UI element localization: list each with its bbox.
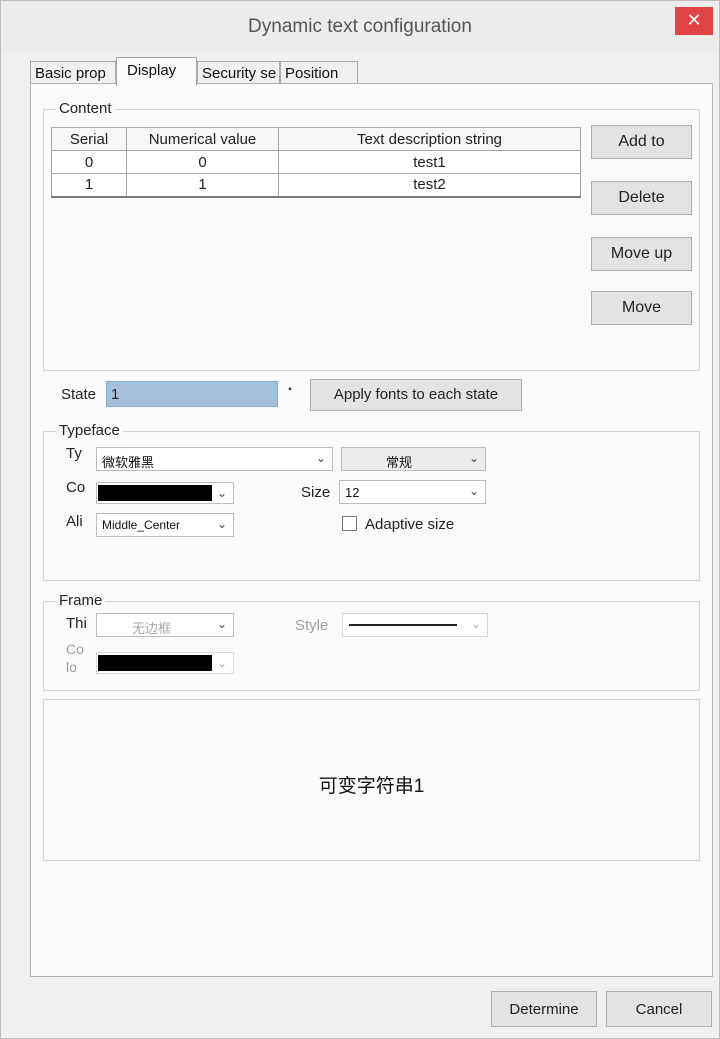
adaptive-size-label: Adaptive size	[365, 516, 455, 533]
column-header-serial[interactable]: Serial	[51, 127, 127, 151]
title-bar[interactable]: Dynamic text configuration ✕	[1, 1, 719, 53]
cell-serial[interactable]: 0	[51, 150, 127, 174]
add-to-label: Add to	[618, 133, 665, 150]
frame-color-select: ⌄	[96, 652, 234, 674]
chevron-down-icon: ⌄	[216, 517, 228, 531]
cell-serial[interactable]: 1	[51, 173, 127, 198]
cell-text-description[interactable]: test2	[278, 173, 581, 198]
table-header-row: Serial Numerical value Text description …	[51, 127, 581, 151]
move-label: Move	[621, 299, 662, 316]
font-color-swatch	[98, 485, 212, 501]
frame-thickness-select[interactable]: 无边框 ⌄	[96, 613, 234, 637]
move-up-button[interactable]: Move up	[591, 237, 692, 271]
table-row[interactable]: 1 1 test2	[51, 173, 581, 198]
chevron-down-icon: ⌄	[468, 484, 480, 498]
align-label: Ali	[66, 513, 83, 530]
state-label: State	[61, 386, 97, 403]
close-button[interactable]: ✕	[675, 7, 713, 35]
table-row[interactable]: 0 0 test1	[51, 150, 581, 174]
chevron-down-icon: ⌄	[470, 617, 482, 631]
font-value: 微软雅黑	[102, 455, 155, 470]
frame-color-swatch	[98, 655, 212, 671]
apply-fonts-button[interactable]: Apply fonts to each state	[310, 379, 522, 411]
move-up-label: Move up	[610, 245, 673, 262]
frame-style-select: ⌄	[342, 613, 488, 637]
content-table: Serial Numerical value Text description …	[51, 127, 581, 198]
chevron-down-icon: ⌄	[216, 656, 228, 670]
font-size-value: 12	[345, 485, 360, 500]
size-label: Size	[301, 484, 331, 501]
state-value: 1	[111, 386, 120, 403]
chevron-down-icon: ⌄	[468, 451, 480, 465]
alignment-value: Middle_Center	[102, 518, 181, 532]
apply-fonts-label: Apply fonts to each state	[333, 386, 499, 403]
tab-basic-properties[interactable]: Basic prop	[30, 61, 116, 85]
frame-color-label: Co	[66, 641, 84, 657]
alignment-select[interactable]: Middle_Center ⌄	[96, 513, 234, 537]
preview-area: 可变字符串1	[43, 699, 700, 861]
dialog-window: Dynamic text configuration ✕ Basic prop …	[0, 0, 720, 1039]
cell-numerical-value[interactable]: 0	[126, 150, 279, 174]
thickness-label: Thi	[66, 615, 87, 632]
tab-security-settings[interactable]: Security se	[197, 61, 280, 85]
column-header-text-description[interactable]: Text description string	[278, 127, 581, 151]
column-header-numerical-value[interactable]: Numerical value	[126, 127, 279, 151]
font-size-select[interactable]: 12 ⌄	[339, 480, 486, 504]
tab-position[interactable]: Position	[280, 61, 358, 85]
frame-style-label: Style	[295, 617, 329, 634]
font-style-value: 常规	[386, 455, 413, 470]
font-color-select[interactable]: ⌄	[96, 482, 234, 504]
frame-group-label: Frame	[56, 592, 106, 609]
delete-button[interactable]: Delete	[591, 181, 692, 215]
window-title: Dynamic text configuration	[248, 16, 472, 37]
state-dropdown-icon[interactable]: ▪	[282, 384, 298, 395]
typeface-group-label: Typeface	[56, 422, 123, 439]
chevron-down-icon: ⌄	[315, 451, 327, 465]
move-down-button[interactable]: Move	[591, 291, 692, 325]
determine-button[interactable]: Determine	[491, 991, 597, 1027]
cell-text-description[interactable]: test1	[278, 150, 581, 174]
chevron-down-icon: ⌄	[216, 617, 228, 631]
adaptive-size-checkbox[interactable]	[342, 516, 357, 531]
line-style-sample	[349, 624, 457, 626]
delete-label: Delete	[618, 189, 665, 206]
cancel-button[interactable]: Cancel	[606, 991, 712, 1027]
tab-display[interactable]: Display	[116, 57, 197, 86]
cancel-label: Cancel	[635, 1001, 683, 1018]
frame-thickness-value: 无边框	[132, 621, 172, 636]
frame-color-label-wrap: lo	[66, 659, 77, 675]
type-label: Ty	[66, 445, 82, 462]
font-select[interactable]: 微软雅黑 ⌄	[96, 447, 333, 471]
color-label: Co	[66, 479, 86, 496]
preview-text: 可变字符串1	[318, 776, 425, 797]
chevron-down-icon: ⌄	[216, 486, 228, 500]
content-group-label: Content	[56, 100, 115, 117]
add-to-button[interactable]: Add to	[591, 125, 692, 159]
state-input[interactable]: 1	[106, 381, 278, 407]
font-style-select[interactable]: 常规 ⌄	[341, 447, 486, 471]
determine-label: Determine	[509, 1001, 579, 1018]
cell-numerical-value[interactable]: 1	[126, 173, 279, 198]
close-icon: ✕	[686, 10, 702, 30]
